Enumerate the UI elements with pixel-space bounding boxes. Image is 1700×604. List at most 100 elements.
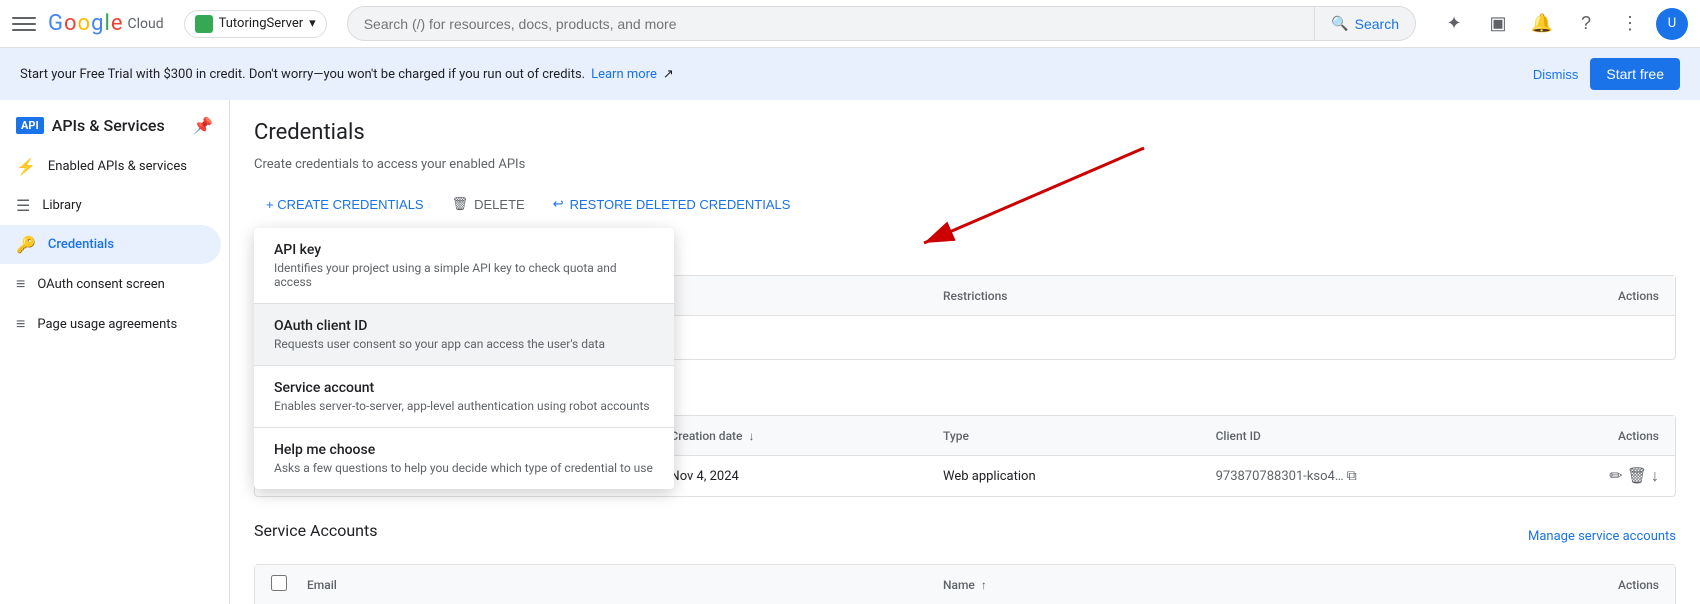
oauth-client-desc: Requests user consent so your app can ac… xyxy=(274,337,654,351)
sidebar: API APIs & Services 📌 ⚡ Enabled APIs & s… xyxy=(0,100,230,604)
sparkle-icon-btn[interactable]: ✦ xyxy=(1436,6,1472,42)
banner-actions: Dismiss Start free xyxy=(1533,58,1680,90)
delete-label: DELETE xyxy=(474,197,525,212)
sidebar-item-page-usage[interactable]: ≡ Page usage agreements xyxy=(0,304,221,344)
restore-label: RESTORE DELETED CREDENTIALS xyxy=(570,197,791,212)
sa-select-all[interactable] xyxy=(271,575,287,591)
restore-credentials-button[interactable]: ↩ RESTORE DELETED CREDENTIALS xyxy=(541,188,803,220)
row-actions: ✏ 🗑 ↓ xyxy=(1579,466,1659,486)
sa-col-check xyxy=(271,575,307,594)
help-desc: Asks a few questions to help you decide … xyxy=(274,461,654,475)
start-free-button[interactable]: Start free xyxy=(1590,58,1680,90)
oauth-col-date: Creation date ↓ xyxy=(670,429,943,443)
manage-service-accounts-link[interactable]: Manage service accounts xyxy=(1528,529,1676,544)
service-account-title: Service account xyxy=(274,380,654,396)
service-accounts-table: Email Name ↑ Actions No service accounts… xyxy=(254,564,1676,604)
row-date: Nov 4, 2024 xyxy=(670,469,943,484)
more-icon-btn[interactable]: ⋮ xyxy=(1612,6,1648,42)
row-type: Web application xyxy=(943,469,1216,484)
dismiss-button[interactable]: Dismiss xyxy=(1533,67,1579,82)
learn-more-link[interactable]: Learn more xyxy=(591,67,657,82)
api-keys-col-actions: Actions xyxy=(1579,289,1659,303)
sidebar-label-library: Library xyxy=(42,198,81,213)
sidebar-label-enabled: Enabled APIs & services xyxy=(48,159,187,174)
sa-col-actions: Actions xyxy=(1579,578,1659,592)
sa-col-name: Name ↑ xyxy=(943,578,1579,592)
sidebar-item-oauth[interactable]: ≡ OAuth consent screen xyxy=(0,264,221,304)
library-icon: ☰ xyxy=(16,196,30,215)
project-icon xyxy=(195,15,213,33)
oauth-client-title: OAuth client ID xyxy=(274,318,654,334)
row-clientid: 973870788301-kso4… ⧉ xyxy=(1216,468,1579,484)
sort-icon: ↓ xyxy=(748,429,754,443)
api-key-title: API key xyxy=(274,242,654,258)
sidebar-item-enabled[interactable]: ⚡ Enabled APIs & services xyxy=(0,147,221,186)
oauth-col-type: Type xyxy=(943,429,1216,443)
edit-icon[interactable]: ✏ xyxy=(1609,466,1622,486)
avatar[interactable]: U xyxy=(1656,8,1688,40)
external-link-icon: ↗ xyxy=(663,67,674,82)
create-credentials-button[interactable]: + CREATE CREDENTIALS xyxy=(254,189,436,220)
search-label: Search xyxy=(1355,16,1399,32)
banner-message: Start your Free Trial with $300 in credi… xyxy=(20,67,585,82)
search-bar: 🔍 Search xyxy=(347,6,1416,41)
sidebar-title: APIs & Services xyxy=(52,116,165,135)
topbar: Google Cloud TutoringServer ▾ 🔍 Search ✦… xyxy=(0,0,1700,48)
main-content: Credentials Create credentials to access… xyxy=(230,100,1700,604)
sidebar-label-credentials: Credentials xyxy=(48,237,114,252)
help-title: Help me choose xyxy=(274,442,654,458)
restore-icon: ↩ xyxy=(553,196,564,212)
oauth-icon: ≡ xyxy=(16,274,25,294)
terminal-icon-btn[interactable]: ▣ xyxy=(1480,6,1516,42)
chevron-down-icon: ▾ xyxy=(309,16,316,31)
delete-credentials-button[interactable]: 🗑 DELETE xyxy=(440,188,537,220)
oauth-col-clientid: Client ID xyxy=(1216,429,1579,443)
main-layout: API APIs & Services 📌 ⚡ Enabled APIs & s… xyxy=(0,100,1700,604)
credentials-toolbar: + CREATE CREDENTIALS 🗑 DELETE ↩ RESTORE … xyxy=(254,188,1676,220)
create-credentials-dropdown: API key Identifies your project using a … xyxy=(254,228,674,489)
topbar-left: Google Cloud TutoringServer ▾ xyxy=(12,10,327,38)
sidebar-label-oauth: OAuth consent screen xyxy=(37,277,164,292)
help-icon-btn[interactable]: ? xyxy=(1568,6,1604,42)
project-name: TutoringServer xyxy=(219,16,304,31)
dropdown-item-api-key[interactable]: API key Identifies your project using a … xyxy=(254,228,674,303)
dropdown-item-service-account[interactable]: Service account Enables server-to-server… xyxy=(254,366,674,427)
notification-icon-btn[interactable]: 🔔 xyxy=(1524,6,1560,42)
sa-sort-icon: ↑ xyxy=(981,578,987,592)
search-input[interactable] xyxy=(348,8,1315,40)
enabled-icon: ⚡ xyxy=(16,157,36,176)
oauth-col-actions: Actions xyxy=(1579,429,1659,443)
delete-row-icon[interactable]: 🗑 xyxy=(1627,466,1647,486)
page-title: Credentials xyxy=(254,120,1676,145)
banner-text: Start your Free Trial with $300 in credi… xyxy=(20,67,674,82)
sa-col-email: Email xyxy=(307,578,943,592)
sidebar-header: API APIs & Services 📌 xyxy=(0,108,229,147)
service-accounts-header: Service Accounts Manage service accounts xyxy=(254,521,1676,552)
topbar-right: ✦ ▣ 🔔 ? ⋮ U xyxy=(1436,6,1688,42)
download-icon[interactable]: ↓ xyxy=(1651,466,1659,486)
sidebar-item-credentials[interactable]: 🔑 Credentials xyxy=(0,225,221,264)
delete-icon: 🗑 xyxy=(452,196,469,212)
pin-icon: 📌 xyxy=(193,116,213,135)
service-account-desc: Enables server-to-server, app-level auth… xyxy=(274,399,654,413)
google-logo: Google Cloud xyxy=(48,11,164,36)
api-badge: API xyxy=(16,117,44,134)
search-button[interactable]: 🔍 Search xyxy=(1314,7,1415,40)
trial-banner: Start your Free Trial with $300 in credi… xyxy=(0,48,1700,100)
copy-icon[interactable]: ⧉ xyxy=(1347,468,1357,484)
page-description: Create credentials to access your enable… xyxy=(254,157,1676,172)
project-selector[interactable]: TutoringServer ▾ xyxy=(184,10,327,38)
dropdown-item-oauth-client[interactable]: OAuth client ID Requests user consent so… xyxy=(254,304,674,365)
service-accounts-title: Service Accounts xyxy=(254,521,377,540)
api-keys-col-restrictions: Restrictions xyxy=(943,289,1579,303)
client-id-text: 973870788301-kso4… xyxy=(1216,469,1347,484)
service-accounts-section: Service Accounts Manage service accounts… xyxy=(254,521,1676,604)
page-usage-icon: ≡ xyxy=(16,314,25,334)
service-accounts-table-header: Email Name ↑ Actions xyxy=(255,565,1675,604)
api-key-desc: Identifies your project using a simple A… xyxy=(274,261,654,289)
hamburger-menu[interactable] xyxy=(12,12,36,36)
sidebar-item-library[interactable]: ☰ Library xyxy=(0,186,221,225)
sidebar-label-page-usage: Page usage agreements xyxy=(37,317,177,332)
credentials-icon: 🔑 xyxy=(16,235,36,254)
dropdown-item-help[interactable]: Help me choose Asks a few questions to h… xyxy=(254,428,674,489)
